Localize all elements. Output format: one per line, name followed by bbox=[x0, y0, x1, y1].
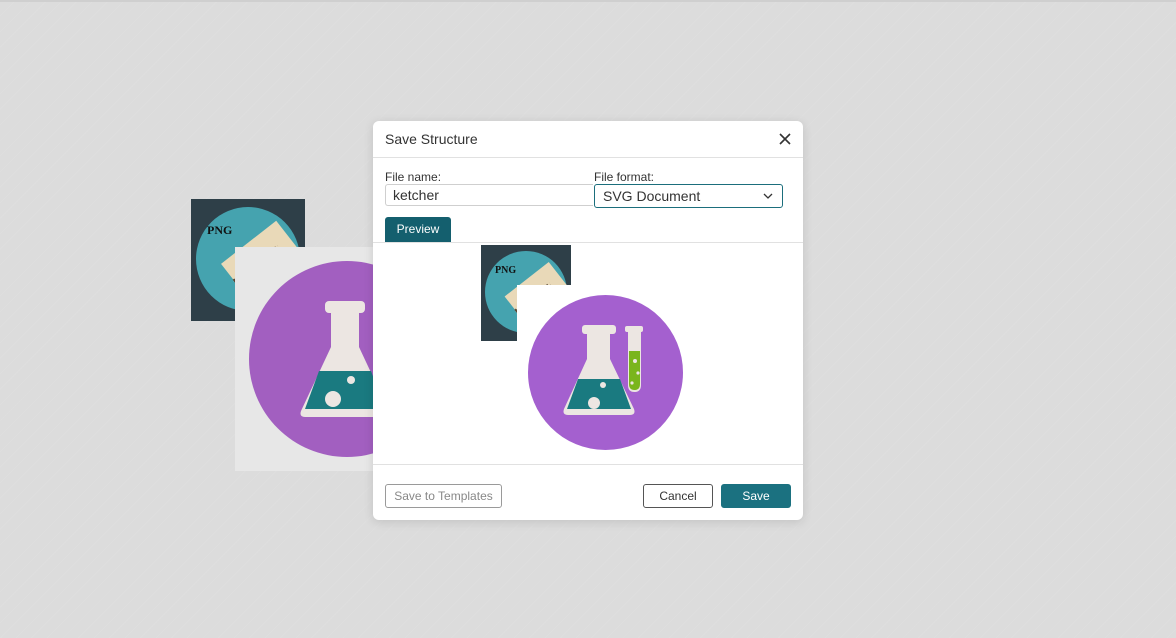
dialog-title: Save Structure bbox=[385, 131, 478, 147]
file-name-label: File name: bbox=[385, 170, 442, 184]
chevron-down-icon bbox=[763, 193, 773, 199]
png-badge-label: PNG bbox=[207, 223, 233, 237]
tab-preview[interactable]: Preview bbox=[385, 217, 451, 242]
file-format-label: File format: bbox=[594, 170, 655, 184]
flask-icon bbox=[563, 325, 643, 415]
file-name-input[interactable]: ketcher bbox=[385, 184, 593, 206]
close-icon bbox=[779, 133, 791, 145]
dialog-header: Save Structure bbox=[373, 121, 803, 158]
save-to-templates-button[interactable]: Save to Templates bbox=[385, 484, 502, 508]
file-format-value: SVG Document bbox=[603, 188, 701, 204]
file-format-select[interactable]: SVG Document bbox=[594, 184, 783, 208]
save-button[interactable]: Save bbox=[721, 484, 791, 508]
close-button[interactable] bbox=[775, 129, 795, 149]
top-border bbox=[0, 0, 1176, 2]
png-badge-label: PNG bbox=[495, 265, 517, 276]
preview-area: PNG bbox=[373, 242, 803, 465]
save-structure-dialog: Save Structure File name: File format: k… bbox=[373, 121, 803, 520]
test-tube-icon bbox=[625, 326, 643, 392]
cancel-button[interactable]: Cancel bbox=[643, 484, 713, 508]
